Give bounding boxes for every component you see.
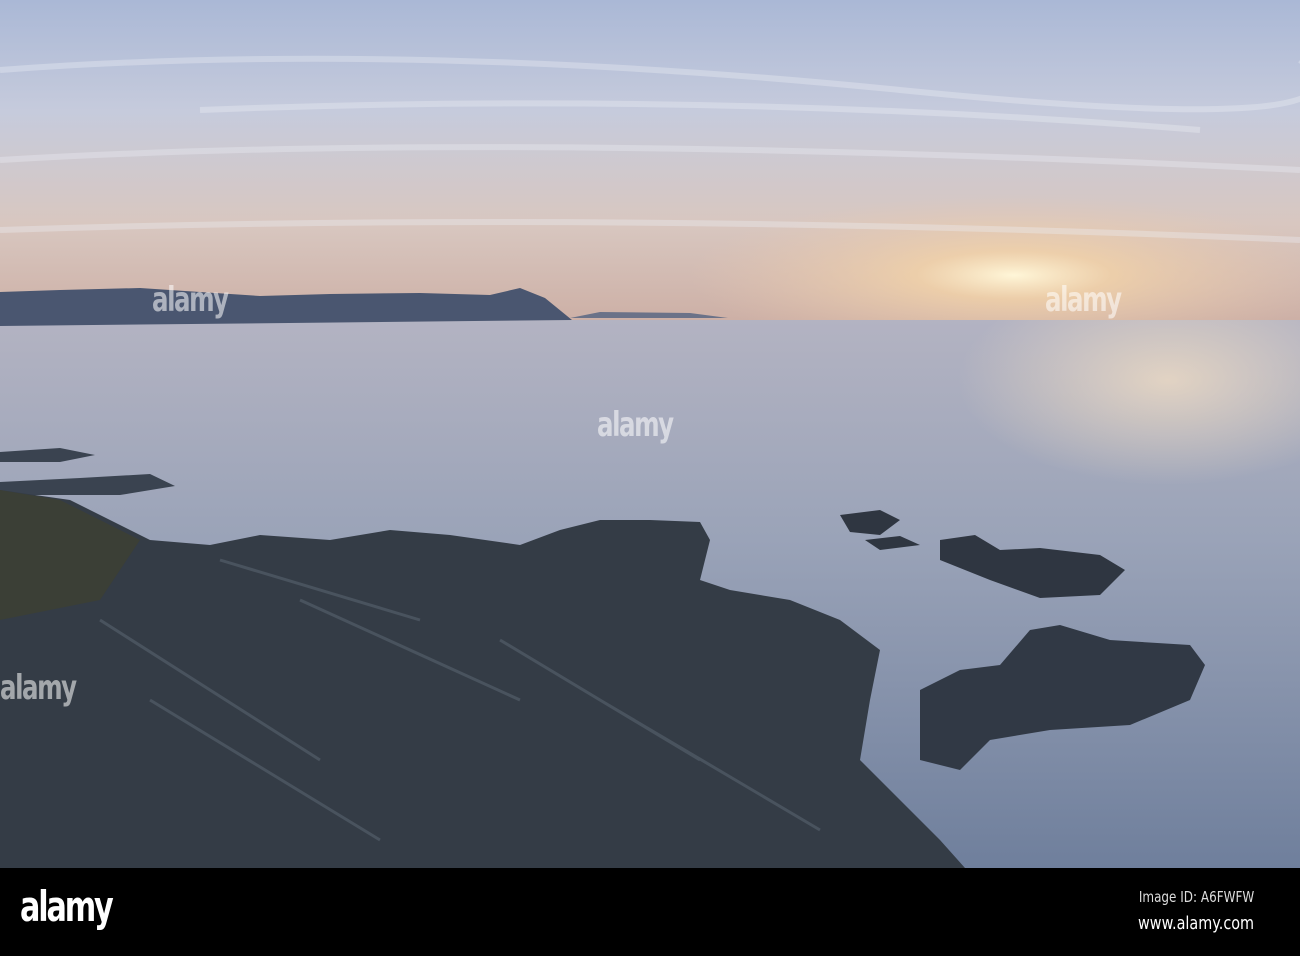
image-id: Image ID: A6FWFW [1138,888,1254,906]
watermark-logo: alamy [152,280,229,320]
watermark-logo: alamy [1045,280,1122,320]
watermark-logo: alamy [597,405,674,445]
site-url: www.alamy.com [1137,913,1254,934]
footer-bar: alamy Image ID: A6FWFW www.alamy.com [0,868,1300,956]
alamy-logo: alamy [20,882,114,931]
photo-page: alamy alamy alamy alamy alamy Image ID: … [0,0,1300,956]
watermark-logo: alamy [0,668,77,708]
